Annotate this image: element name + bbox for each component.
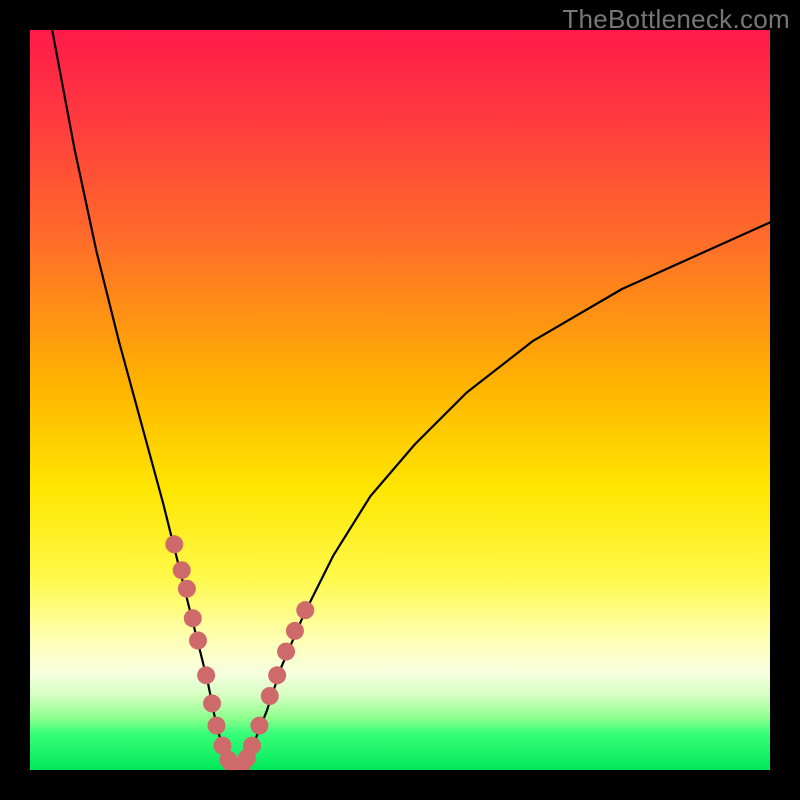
highlight-dot — [296, 601, 314, 619]
highlight-dot — [178, 580, 196, 598]
highlight-dot — [286, 622, 304, 640]
highlight-dot — [250, 717, 268, 735]
highlight-dot — [243, 737, 261, 755]
highlight-dot — [173, 561, 191, 579]
highlight-dot — [277, 643, 295, 661]
highlight-dot — [261, 687, 279, 705]
plot-area — [30, 30, 770, 770]
chart-frame: TheBottleneck.com — [0, 0, 800, 800]
highlight-dot — [197, 666, 215, 684]
highlight-dot — [184, 609, 202, 627]
highlight-dot — [203, 694, 221, 712]
watermark-text: TheBottleneck.com — [562, 4, 790, 35]
highlight-dots — [165, 535, 314, 770]
bottleneck-curve — [52, 30, 770, 770]
highlight-dot — [189, 632, 207, 650]
highlight-dot — [268, 666, 286, 684]
highlight-dot — [165, 535, 183, 553]
chart-svg — [30, 30, 770, 770]
highlight-dot — [207, 717, 225, 735]
